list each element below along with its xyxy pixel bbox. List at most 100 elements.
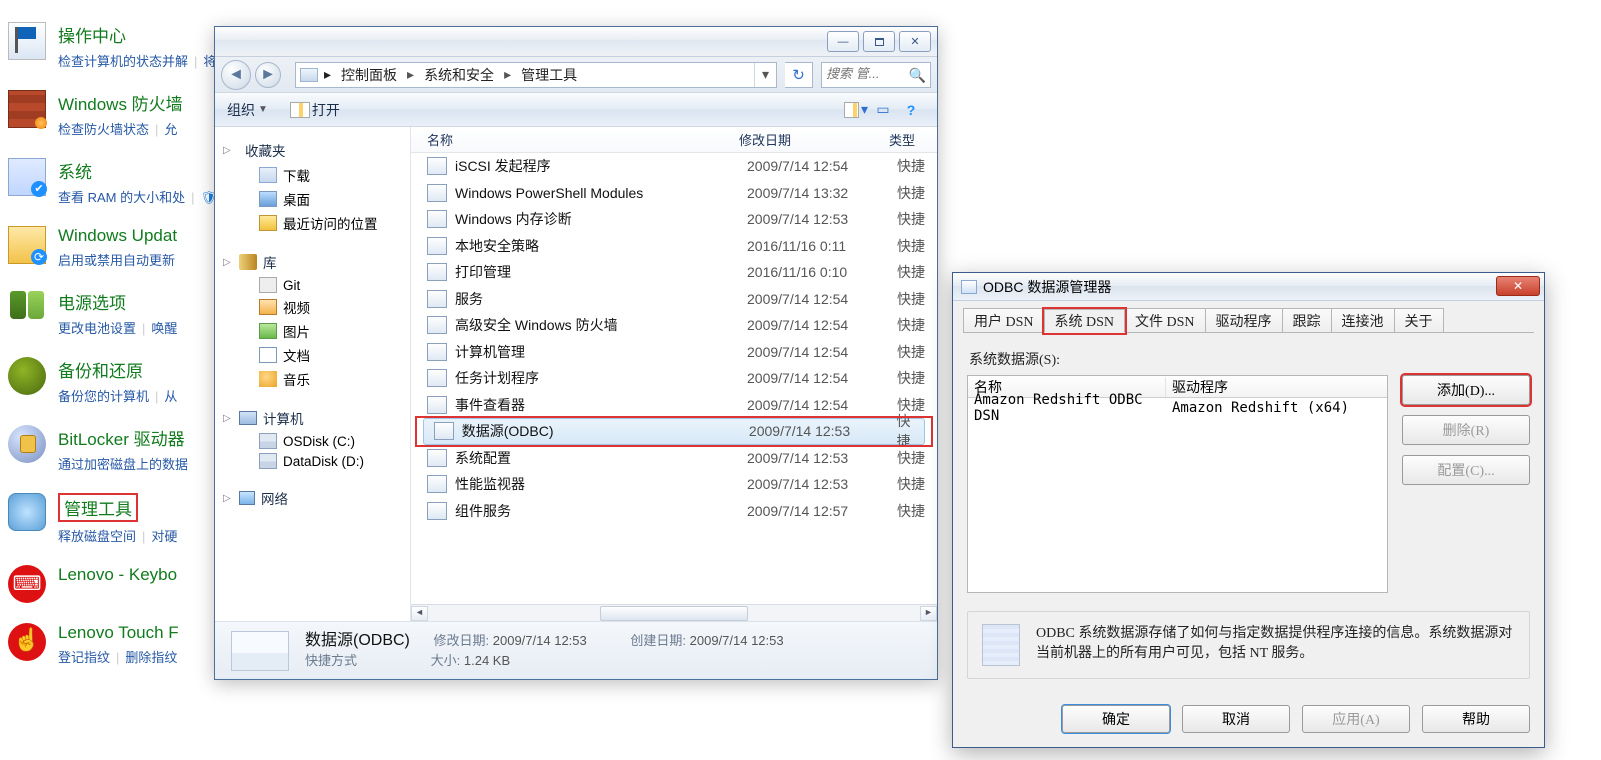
sidebar-group[interactable]: ▷网络 <box>215 485 410 511</box>
item-icon <box>259 323 277 339</box>
cp-title[interactable]: 管理工具 <box>58 493 177 522</box>
file-row[interactable]: 服务2009/7/14 12:54快捷 <box>411 286 937 313</box>
dsn-row[interactable]: Amazon Redshift ODBC DSNAmazon Redshift … <box>968 398 1387 418</box>
cp-icon <box>8 623 46 661</box>
file-row[interactable]: 高级安全 Windows 防火墙2009/7/14 12:54快捷 <box>411 312 937 339</box>
cp-link[interactable]: 启用或禁用自动更新 <box>58 253 175 268</box>
cp-title[interactable]: Windows 防火墙 <box>58 90 183 115</box>
sidebar-item[interactable]: 桌面 <box>215 187 410 211</box>
cp-link[interactable]: 对硬 <box>151 529 177 544</box>
sidebar-item[interactable]: 下载 <box>215 163 410 187</box>
file-row[interactable]: 任务计划程序2009/7/14 12:54快捷 <box>411 365 937 392</box>
file-row[interactable]: 事件查看器2009/7/14 12:54快捷 <box>411 392 937 419</box>
expand-icon: ▷ <box>223 493 233 504</box>
odbc-tab[interactable]: 系统 DSN <box>1044 309 1126 333</box>
odbc-tab[interactable]: 跟踪 <box>1282 308 1332 332</box>
file-row[interactable]: iSCSI 发起程序2009/7/14 12:54快捷 <box>411 153 937 180</box>
odbc-del-button[interactable]: 删除(R) <box>1402 415 1530 445</box>
file-row[interactable]: 计算机管理2009/7/14 12:54快捷 <box>411 339 937 366</box>
view-mode-button[interactable]: ▾ <box>841 98 869 122</box>
cp-title[interactable]: 电源选项 <box>58 289 177 314</box>
column-headers[interactable]: 名称 修改日期 类型 <box>411 127 937 153</box>
cp-link[interactable]: 允 <box>164 122 177 137</box>
odbc-help-button[interactable]: 帮助 <box>1422 705 1530 733</box>
cp-title[interactable]: Lenovo - Keybo <box>58 565 177 585</box>
sidebar-item[interactable]: 文档 <box>215 343 410 367</box>
breadcrumb[interactable]: ▸ 控制面板▸ 系统和安全▸ 管理工具 ▾ <box>295 62 777 88</box>
cp-link[interactable]: 更改电池设置 <box>58 321 136 336</box>
shortcut-icon <box>427 210 447 228</box>
cp-links: 更改电池设置|唤醒 <box>58 318 177 337</box>
odbc-ok-button[interactable]: 确定 <box>1062 705 1170 733</box>
odbc-cfg-button[interactable]: 配置(C)... <box>1402 455 1530 485</box>
cp-links: 通过加密磁盘上的数据 <box>58 454 188 473</box>
file-row[interactable]: 数据源(ODBC)2009/7/14 12:53快捷 <box>423 418 925 445</box>
cp-title[interactable]: Lenovo Touch F <box>58 623 179 643</box>
file-row[interactable]: 组件服务2009/7/14 12:57快捷 <box>411 498 937 525</box>
close-button[interactable]: ✕ <box>899 31 931 52</box>
cp-links: 检查防火墙状态|允 <box>58 119 183 138</box>
organize-menu[interactable]: 组织▼ <box>227 100 268 120</box>
sidebar-item[interactable]: 音乐 <box>215 367 410 391</box>
sidebar-item[interactable]: 视频 <box>215 295 410 319</box>
refresh-button[interactable]: ↻ <box>785 62 813 88</box>
cp-links: 登记指纹|删除指纹 <box>58 647 179 666</box>
cp-link[interactable]: 通过加密磁盘上的数据 <box>58 457 188 472</box>
cp-title[interactable]: BitLocker 驱动器 <box>58 425 188 450</box>
item-icon <box>259 215 277 231</box>
back-button[interactable]: ◄ <box>221 60 251 90</box>
cp-item: BitLocker 驱动器通过加密磁盘上的数据 <box>8 425 212 473</box>
odbc-tab[interactable]: 关于 <box>1394 308 1444 332</box>
file-row[interactable]: 打印管理2016/11/16 0:10快捷 <box>411 259 937 286</box>
info-icon <box>982 624 1020 666</box>
odbc-cancel-button[interactable]: 取消 <box>1182 705 1290 733</box>
odbc-title: ODBC 数据源管理器 <box>983 277 1111 297</box>
odbc-icon <box>961 280 977 294</box>
cp-link[interactable]: 备份您的计算机 <box>58 389 149 404</box>
file-row[interactable]: Windows 内存诊断2009/7/14 12:53快捷 <box>411 206 937 233</box>
sidebar-item[interactable]: 最近访问的位置 <box>215 211 410 235</box>
sidebar-item[interactable]: DataDisk (D:) <box>215 451 410 471</box>
open-button[interactable]: 打开 <box>288 100 340 120</box>
shortcut-icon <box>427 290 447 308</box>
cp-link[interactable]: 唤醒 <box>151 321 177 336</box>
minimize-button[interactable]: — <box>827 31 859 52</box>
odbc-tab[interactable]: 驱动程序 <box>1205 308 1283 332</box>
file-row[interactable]: 本地安全策略2016/11/16 0:11快捷 <box>411 233 937 260</box>
cp-link[interactable]: 释放磁盘空间 <box>58 529 136 544</box>
dsn-list[interactable]: 名称 驱动程序 Amazon Redshift ODBC DSNAmazon R… <box>967 375 1388 593</box>
sidebar-group[interactable]: ▷库 <box>215 249 410 275</box>
dsn-col-driver[interactable]: 驱动程序 <box>1166 377 1387 397</box>
forward-button[interactable]: ► <box>255 62 281 88</box>
preview-pane-button[interactable]: ▭ <box>869 98 897 122</box>
sidebar-item[interactable]: Git <box>215 275 410 295</box>
shortcut-icon <box>427 502 447 520</box>
sidebar-group[interactable]: ▷计算机 <box>215 405 410 431</box>
cp-link[interactable]: 检查防火墙状态 <box>58 122 149 137</box>
cp-link[interactable]: 检查计算机的状态并解 <box>58 54 188 69</box>
odbc-close-button[interactable]: ✕ <box>1496 276 1540 296</box>
file-row[interactable]: 性能监视器2009/7/14 12:53快捷 <box>411 471 937 498</box>
help-button[interactable]: ? <box>897 98 925 122</box>
cp-link[interactable]: 从 <box>164 389 177 404</box>
cp-link[interactable]: 删除指纹 <box>125 650 177 665</box>
sidebar-item[interactable]: 图片 <box>215 319 410 343</box>
sidebar-item[interactable]: OSDisk (C:) <box>215 431 410 451</box>
odbc-add-button[interactable]: 添加(D)... <box>1402 375 1530 405</box>
h-scrollbar[interactable]: ◄► <box>411 604 937 621</box>
cp-link[interactable]: 查看 RAM 的大小和处 <box>58 190 185 205</box>
sidebar-group[interactable]: ▷收藏夹 <box>215 137 410 163</box>
odbc-tab[interactable]: 文件 DSN <box>1124 308 1206 332</box>
maximize-button[interactable] <box>863 31 895 52</box>
search-icon[interactable]: 🔍 <box>909 67 926 84</box>
crumb-dropdown-icon[interactable]: ▾ <box>754 63 776 87</box>
odbc-tab[interactable]: 连接池 <box>1331 308 1395 332</box>
cp-link[interactable]: 登记指纹 <box>58 650 110 665</box>
odbc-apply-button[interactable]: 应用(A) <box>1302 705 1410 733</box>
file-row[interactable]: Windows PowerShell Modules2009/7/14 13:3… <box>411 180 937 207</box>
cp-title[interactable]: Windows Updat <box>58 226 177 246</box>
odbc-tab[interactable]: 用户 DSN <box>963 308 1045 332</box>
search-input[interactable]: 🔍 <box>821 62 931 88</box>
file-row[interactable]: 系统配置2009/7/14 12:53快捷 <box>411 445 937 472</box>
cp-title[interactable]: 备份和还原 <box>58 357 177 382</box>
